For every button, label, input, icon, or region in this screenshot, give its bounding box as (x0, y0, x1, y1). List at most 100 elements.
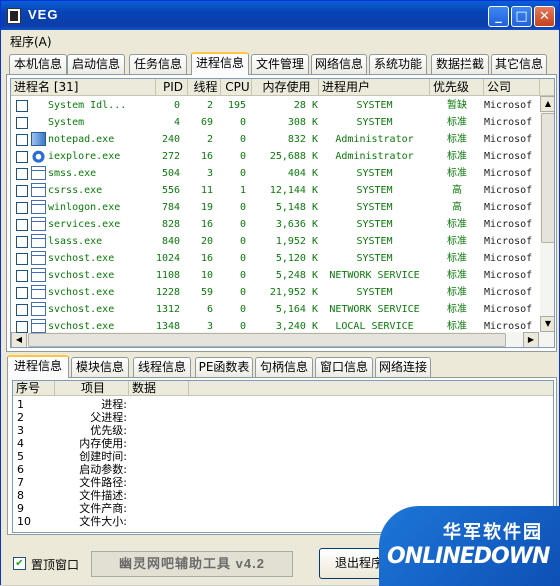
tab-8[interactable]: 数据拦截 (431, 54, 489, 74)
detail-row[interactable]: 4 内存使用: (13, 437, 553, 450)
process-row[interactable]: services.exe 828 16 0 3,636 K SYSTEM 标准 Microso… (11, 216, 541, 233)
detail-row[interactable]: 2 父进程: (13, 411, 553, 424)
maximize-button[interactable]: □ (511, 6, 532, 27)
process-checkbox[interactable] (16, 134, 28, 146)
horizontal-scroll-thumb[interactable] (28, 333, 506, 347)
process-pid: 240 (161, 134, 180, 145)
tab-3[interactable]: 任务信息 (129, 54, 187, 74)
process-list-header: 进程名 [31] PID 线程 CPU 内存使用 进程用户 优先级 公司 (11, 79, 554, 96)
column-header-8[interactable]: 公司 (484, 79, 540, 96)
process-row[interactable]: smss.exe 504 3 0 404 K SYSTEM 标准 Microsof (11, 165, 541, 182)
detail-column-3[interactable]: 数据 (129, 381, 189, 396)
topmost-checkbox[interactable]: ✔ (13, 557, 26, 570)
detail-column-2[interactable]: 项目 (55, 381, 129, 396)
column-header-2[interactable]: PID (156, 79, 188, 96)
tab-6[interactable]: 网络信息 (311, 54, 367, 74)
title-bar[interactable]: VEG _ □ ✕ (1, 1, 559, 30)
process-row[interactable]: iexplore.exe 272 16 0 25,688 K Administrator 标… (11, 148, 541, 165)
process-row[interactable]: svchost.exe 1228 59 0 21,952 K SYSTEM 标准 Micros… (11, 284, 541, 301)
process-checkbox[interactable] (16, 185, 28, 197)
process-row[interactable]: System Idl... 0 2 195 28 K SYSTEM 暂缺 Microsof (11, 97, 541, 114)
process-company: Microsof (484, 219, 533, 230)
detail-item: 内存使用: (79, 437, 127, 450)
detail-tab-5[interactable]: 句柄信息 (255, 357, 313, 377)
detail-item: 文件产商: (79, 502, 127, 515)
process-threads: 16 (200, 253, 213, 264)
close-button[interactable]: ✕ (534, 6, 555, 27)
detail-tab-6[interactable]: 窗口信息 (315, 357, 373, 377)
process-threads: 3 (206, 321, 213, 332)
process-icon (31, 268, 46, 282)
scroll-down-icon[interactable]: ▼ (540, 316, 554, 332)
detail-item: 文件大小: (79, 515, 127, 528)
detail-row[interactable]: 3 优先级: (13, 424, 553, 437)
process-cpu: 0 (239, 117, 246, 128)
process-checkbox[interactable] (16, 168, 28, 180)
process-row[interactable]: System 4 69 0 308 K SYSTEM 标准 Microsof (11, 114, 541, 131)
process-row[interactable]: csrss.exe 556 11 1 12,144 K SYSTEM 高 Microsof (11, 182, 541, 199)
column-header-1[interactable]: 进程名 [31] (11, 79, 156, 96)
detail-row[interactable]: 7 文件路径: (13, 476, 553, 489)
tab-5[interactable]: 文件管理 (251, 54, 309, 74)
process-row[interactable]: svchost.exe 1312 6 0 5,164 K NETWORK SERVICE 标… (11, 301, 541, 318)
tab-2[interactable]: 启动信息 (67, 54, 125, 74)
process-row[interactable]: lsass.exe 840 20 0 1,952 K SYSTEM 标准 Microsof (11, 233, 541, 250)
tab-4[interactable]: 进程信息 (191, 52, 249, 75)
detail-tab-1[interactable]: 进程信息 (7, 355, 69, 378)
process-checkbox[interactable] (16, 236, 28, 248)
process-row[interactable]: svchost.exe 1024 16 0 5,120 K SYSTEM 标准 Microso… (11, 250, 541, 267)
process-checkbox[interactable] (16, 287, 28, 299)
detail-tab-7[interactable]: 网络连接 (375, 357, 431, 377)
minimize-button[interactable]: _ (488, 6, 509, 27)
process-checkbox[interactable] (16, 321, 28, 333)
scroll-up-icon[interactable]: ▲ (540, 96, 554, 112)
process-pid: 272 (161, 151, 180, 162)
onlinedown-watermark: 华军软件园 ONLINEDOWN (379, 506, 560, 586)
process-checkbox[interactable] (16, 270, 28, 282)
column-header-4[interactable]: CPU (221, 79, 252, 96)
process-checkbox[interactable] (16, 219, 28, 231)
detail-tabs: 进程信息 模块信息 线程信息 PE函数表 句柄信息 窗口信息 网络连接 (7, 355, 555, 378)
detail-column-1[interactable]: 序号 (13, 381, 55, 396)
vertical-scroll-thumb[interactable] (541, 113, 554, 243)
process-mem: 5,164 K (275, 304, 318, 315)
column-header-3[interactable]: 线程 (188, 79, 221, 96)
process-row[interactable]: notepad.exe 240 2 0 832 K Administrator 标准 Micr… (11, 131, 541, 148)
process-priority: 标准 (447, 151, 467, 162)
topmost-label[interactable]: 置顶窗口 (31, 556, 79, 573)
detail-row[interactable]: 5 创建时间: (13, 450, 553, 463)
process-checkbox[interactable] (16, 117, 28, 129)
column-header-5[interactable]: 内存使用 (252, 79, 319, 96)
process-mem: 5,120 K (275, 253, 318, 264)
detail-row[interactable]: 1 进程: (13, 398, 553, 411)
process-name: svchost.exe (48, 304, 115, 315)
vertical-scrollbar[interactable]: ▲ ▼ (540, 96, 554, 332)
process-checkbox[interactable] (16, 202, 28, 214)
process-priority: 标准 (447, 134, 467, 145)
process-threads: 3 (206, 168, 213, 179)
tab-1[interactable]: 本机信息 (9, 54, 67, 74)
process-row[interactable]: svchost.exe 1108 10 0 5,248 K NETWORK SERVICE… (11, 267, 541, 284)
process-checkbox[interactable] (16, 151, 28, 163)
process-checkbox[interactable] (16, 253, 28, 265)
process-company: Microsof (484, 287, 533, 298)
column-header-7[interactable]: 优先级 (430, 79, 484, 96)
detail-row[interactable]: 6 启动参数: (13, 463, 553, 476)
detail-tab-3[interactable]: 线程信息 (133, 357, 191, 377)
column-header-6[interactable]: 进程用户 (319, 79, 430, 96)
detail-item: 启动参数: (79, 463, 127, 476)
process-checkbox[interactable] (16, 100, 28, 112)
process-pid: 840 (161, 236, 180, 247)
process-row[interactable]: winlogon.exe 784 19 0 5,148 K SYSTEM 高 Microsof (11, 199, 541, 216)
tab-7[interactable]: 系统功能 (369, 54, 427, 74)
process-list[interactable]: 进程名 [31] PID 线程 CPU 内存使用 进程用户 优先级 公司 ▲ ▼ ◀ ▶ Sy… (10, 78, 555, 348)
process-name: iexplore.exe (48, 151, 121, 162)
detail-tab-2[interactable]: 模块信息 (71, 357, 129, 377)
main-tabs: 本机信息 启动信息 任务信息 进程信息 文件管理 网络信息 系统功能 数据拦截 其它信息 (5, 52, 557, 75)
process-row[interactable]: svchost.exe 1348 3 0 3,240 K LOCAL SERVICE 标准 M… (11, 318, 541, 335)
detail-row[interactable]: 8 文件描述: (13, 489, 553, 502)
process-checkbox[interactable] (16, 304, 28, 316)
menu-program[interactable]: 程序(A) (10, 33, 52, 50)
tab-9[interactable]: 其它信息 (491, 54, 547, 74)
detail-tab-4[interactable]: PE函数表 (195, 357, 253, 377)
